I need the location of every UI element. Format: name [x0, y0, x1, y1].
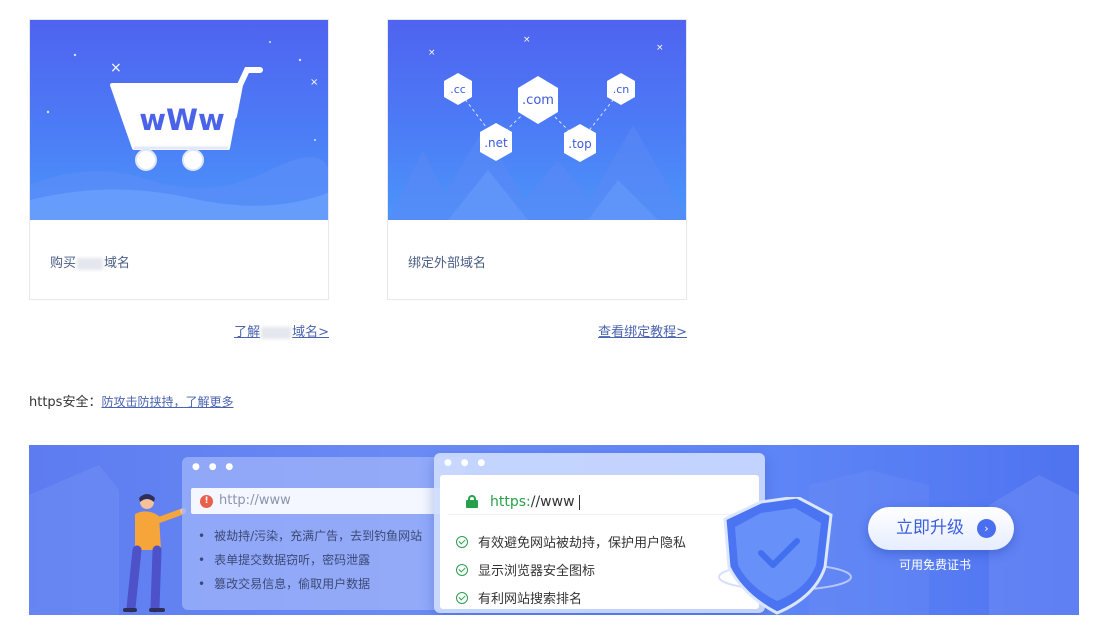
domain-network-illustration: .cc .com .cn .net .top × × × [388, 20, 686, 220]
upgrade-label: 立即升级 [896, 518, 964, 538]
https-learn-more-link[interactable]: 防攻击防挟持，了解更多 [101, 395, 233, 409]
caption-prefix: 购买 [50, 256, 77, 271]
window-dots: ● ● ● [192, 462, 237, 472]
https-url-bar: https://www [448, 489, 752, 515]
person-illustration [123, 494, 186, 613]
benefit-item: 有利网站搜索排名 [456, 588, 686, 607]
tld-top-label: .top [568, 137, 591, 151]
redacted-text [77, 257, 104, 270]
http-url-text: http://www [219, 493, 291, 508]
caption-suffix: 域名 [104, 256, 131, 271]
redacted-text [261, 326, 292, 339]
check-circle-icon [456, 535, 468, 548]
secure-window-body: https://www 有效避免网站被劫持，保护用户隐私 显示浏览器安全图标 有… [440, 475, 759, 609]
benefit-item: 显示浏览器安全图标 [456, 560, 686, 579]
buy-domain-card[interactable]: × × wWw 购买 域名 [29, 19, 329, 300]
shield-icon [718, 497, 852, 615]
risk-item: 篡改交易信息，偷取用户数据 [198, 575, 422, 592]
learn-suffix: 域名> [292, 325, 329, 340]
binding-tutorial-link[interactable]: 查看绑定教程> [598, 321, 687, 340]
tld-com-label: .com [522, 93, 554, 108]
bind-domain-card[interactable]: .cc .com .cn .net .top × × × 绑定外部域名 [387, 19, 687, 300]
svg-text:×: × [110, 60, 122, 76]
risk-item: 表单提交数据窃听，密码泄露 [198, 551, 422, 568]
arrow-right-icon: › [977, 519, 996, 538]
upgrade-now-button[interactable]: 立即升级 › [868, 507, 1014, 550]
lock-icon [466, 495, 478, 508]
bind-domain-caption: 绑定外部域名 [408, 256, 487, 271]
learn-domain-link[interactable]: 了解 域名> [234, 321, 329, 340]
shopping-cart-illustration: × × wWw [30, 20, 328, 220]
https-scheme: https: [490, 494, 531, 510]
tld-cn-label: .cn [613, 83, 630, 96]
check-circle-icon [456, 563, 468, 576]
benefit-text: 显示浏览器安全图标 [478, 564, 596, 579]
svg-text:×: × [428, 48, 436, 58]
https-security-line: https安全：防攻击防挟持，了解更多 [29, 391, 233, 410]
benefit-list: 有效避免网站被劫持，保护用户隐私 显示浏览器安全图标 有利网站搜索排名 [456, 532, 686, 615]
insecure-browser-window: ● ● ● ! http://www 被劫持/污染，充满广告，去到钓鱼网站 表单… [182, 457, 465, 610]
https-upgrade-banner[interactable]: ● ● ● ! http://www 被劫持/污染，充满广告，去到钓鱼网站 表单… [29, 445, 1079, 615]
warning-icon: ! [200, 495, 213, 508]
http-url-bar: ! http://www [191, 488, 459, 514]
window-dots: ● ● ● [444, 458, 489, 468]
https-url-rest: //www [530, 494, 575, 510]
check-circle-icon [456, 591, 468, 604]
tld-net-label: .net [484, 136, 508, 150]
tld-cc-label: .cc [450, 83, 466, 96]
svg-text:×: × [656, 43, 664, 53]
free-certificate-note: 可用免费证书 [899, 558, 972, 572]
buy-domain-caption: 购买 域名 [50, 252, 130, 271]
svg-text:×: × [310, 77, 318, 88]
risk-list: 被劫持/污染，充满广告，去到钓鱼网站 表单提交数据窃听，密码泄露 篡改交易信息，… [198, 527, 422, 599]
learn-prefix: 了解 [234, 325, 261, 340]
text-cursor [578, 494, 580, 510]
risk-item: 被劫持/污染，充满广告，去到钓鱼网站 [198, 527, 422, 544]
www-icon-text: wWw [139, 103, 225, 137]
benefit-item: 有效避免网站被劫持，保护用户隐私 [456, 532, 686, 551]
benefit-text: 有效避免网站被劫持，保护用户隐私 [478, 536, 687, 551]
svg-text:×: × [523, 35, 531, 45]
benefit-text: 有利网站搜索排名 [478, 592, 583, 607]
https-label: https安全： [29, 395, 102, 410]
